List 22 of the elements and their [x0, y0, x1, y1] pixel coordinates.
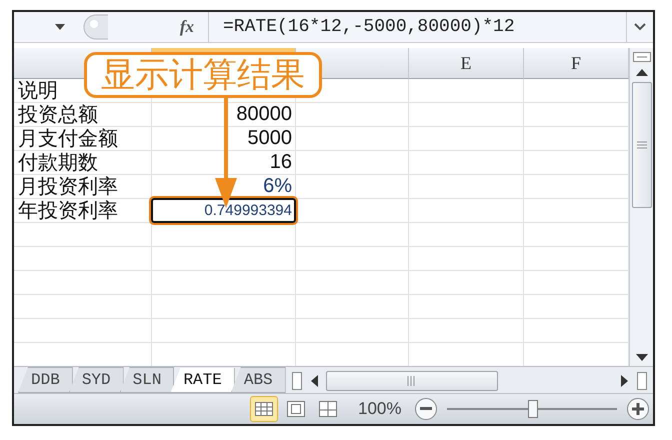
table-cell-text: 月支付金额: [17, 127, 119, 150]
sheet-tab[interactable]: SLN: [120, 367, 174, 393]
zoom-level[interactable]: 100%: [358, 399, 402, 419]
sheet-tab[interactable]: RATE: [170, 368, 235, 393]
sheet-tab[interactable]: DDB: [18, 367, 73, 393]
table-cell: 0.749993394: [152, 199, 296, 222]
table-cell-text: 80000: [235, 103, 293, 126]
formula-text[interactable]: =RATE(16*12,-5000,80000)*12: [209, 17, 626, 37]
table-cell-text: 投资总额: [17, 103, 99, 126]
table-cell-text: 5000: [246, 127, 293, 150]
insert-function-button[interactable]: fx: [114, 12, 209, 42]
callout-tooltip: 显示计算结果: [84, 52, 322, 98]
table-cell-text: 月投资利率: [17, 175, 119, 198]
table-cell-text: 付款期数: [17, 151, 99, 174]
table-cell-text: 16: [268, 151, 293, 174]
sheet-tab[interactable]: ABS: [230, 367, 286, 393]
column-header[interactable]: E: [409, 48, 524, 79]
table-cell-text: 6%: [262, 175, 293, 198]
sheet-tab[interactable]: SYD: [68, 367, 124, 393]
column-header[interactable]: F: [524, 48, 629, 79]
table-cell-text: 说明: [17, 79, 59, 102]
table-cell-text: 年投资利率: [17, 199, 119, 222]
